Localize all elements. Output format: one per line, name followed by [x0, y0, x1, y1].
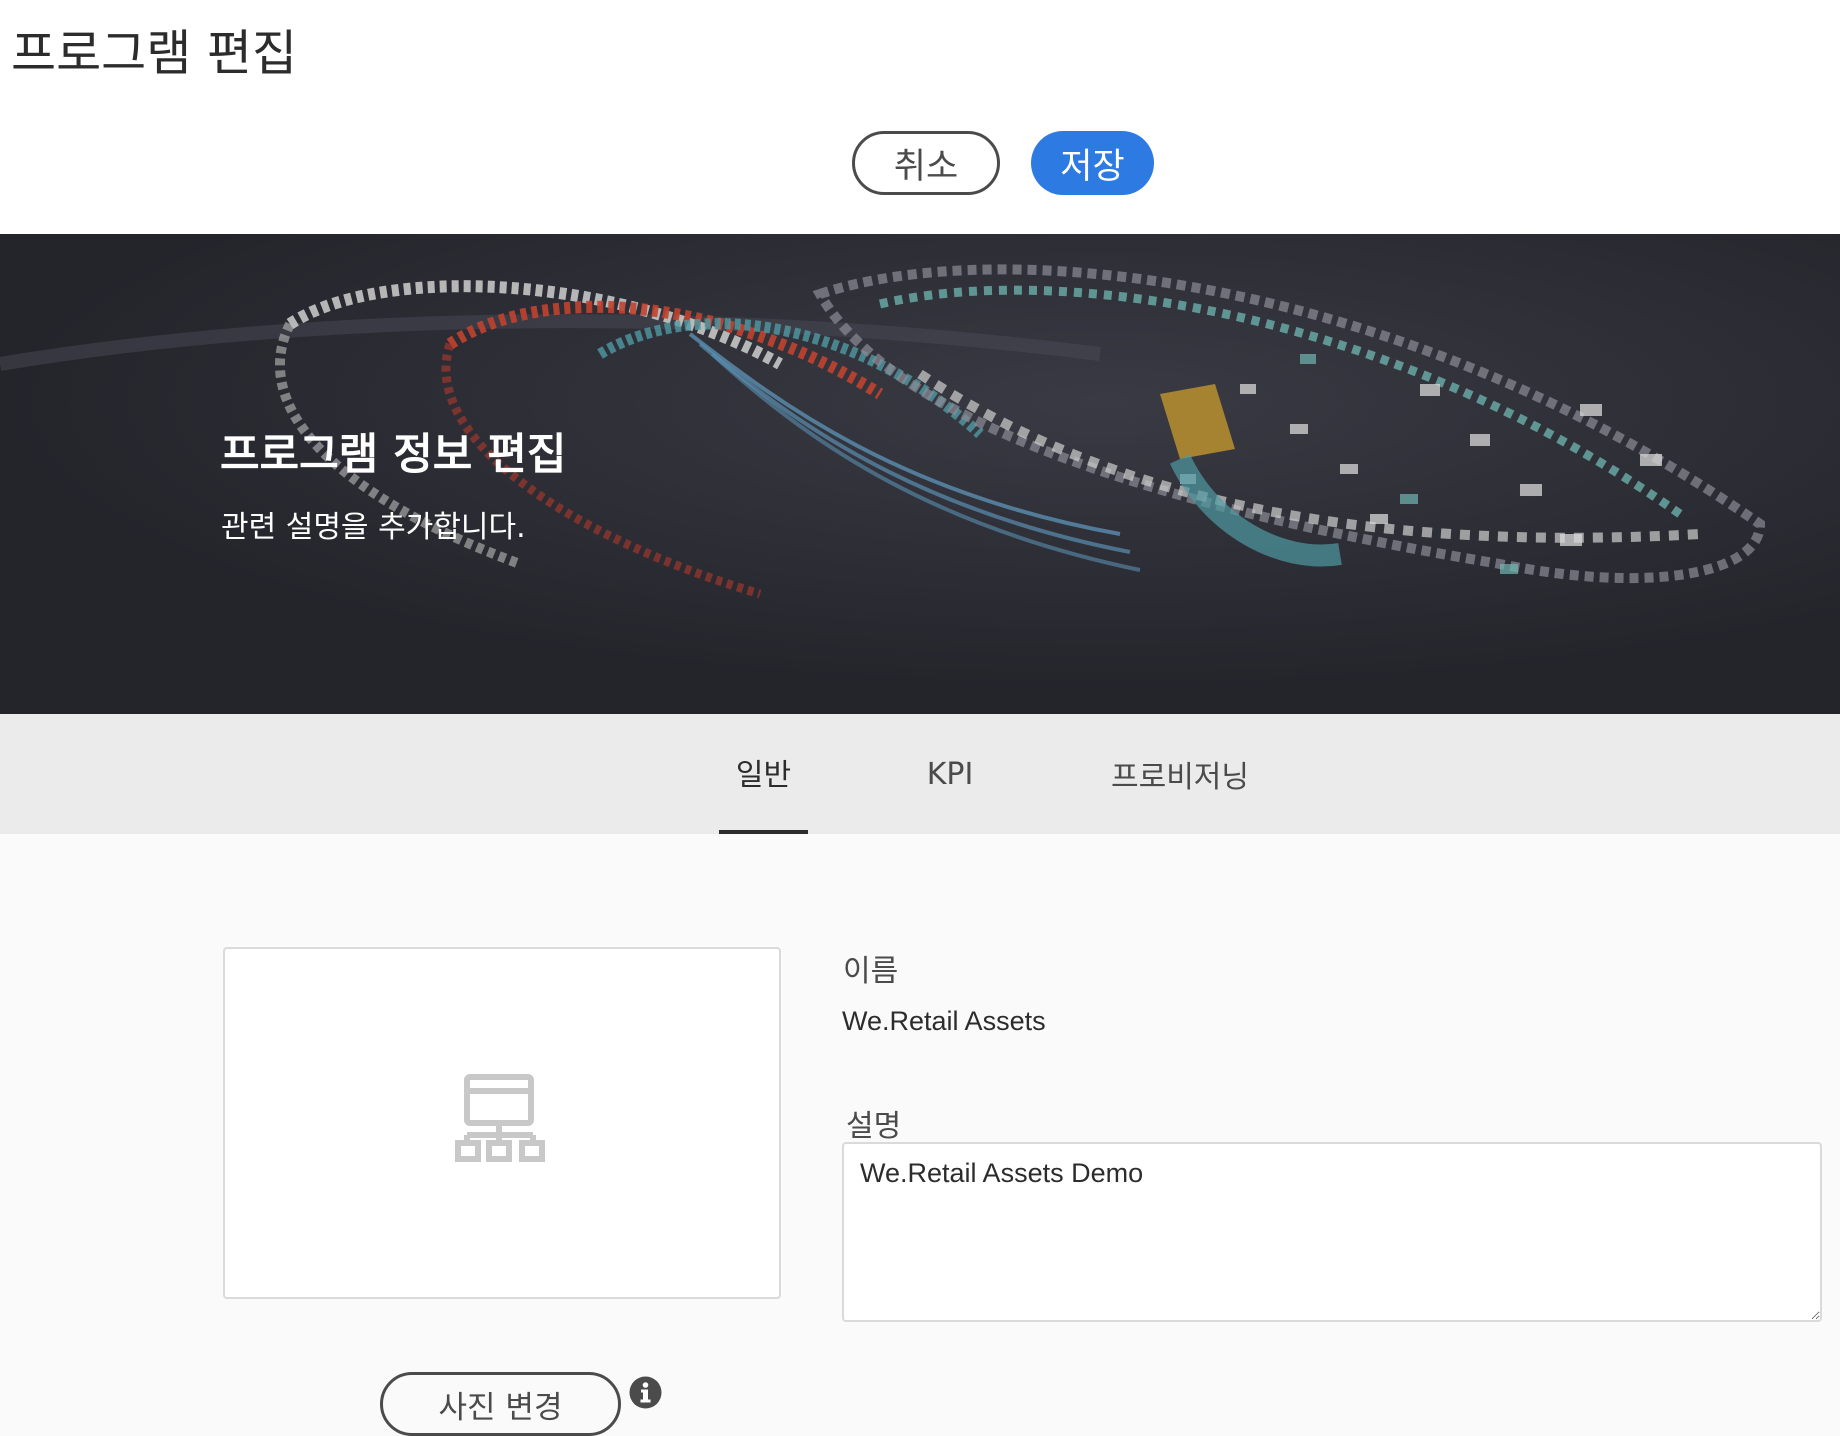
page-header: 프로그램 편집 취소 저장: [0, 0, 1840, 234]
thumbnail-preview: [223, 947, 781, 1299]
name-value: We.Retail Assets: [842, 1006, 1046, 1036]
hero-title: 프로그램 정보 편집: [220, 430, 567, 480]
tab-general[interactable]: 일반: [719, 714, 808, 834]
save-button[interactable]: 저장: [1031, 131, 1154, 195]
hero-subtitle: 관련 설명을 추가합니다.: [221, 510, 526, 545]
hero-banner: 프로그램 정보 편집 관련 설명을 추가합니다.: [0, 234, 1840, 714]
sitemap-icon: [455, 1074, 545, 1162]
description-textarea[interactable]: We.Retail Assets Demo: [842, 1142, 1822, 1322]
name-label: 이름: [843, 954, 899, 989]
page-title: 프로그램 편집: [11, 25, 298, 82]
tab-provisioning[interactable]: 프로비저닝: [1100, 714, 1260, 834]
tab-kpi[interactable]: KPI: [910, 714, 990, 834]
description-label: 설명: [846, 1109, 902, 1144]
tab-bar: 일반 KPI 프로비저닝: [0, 714, 1840, 834]
cancel-button[interactable]: 취소: [852, 131, 1000, 195]
info-icon[interactable]: [629, 1376, 662, 1409]
change-photo-button[interactable]: 사진 변경: [380, 1372, 621, 1436]
